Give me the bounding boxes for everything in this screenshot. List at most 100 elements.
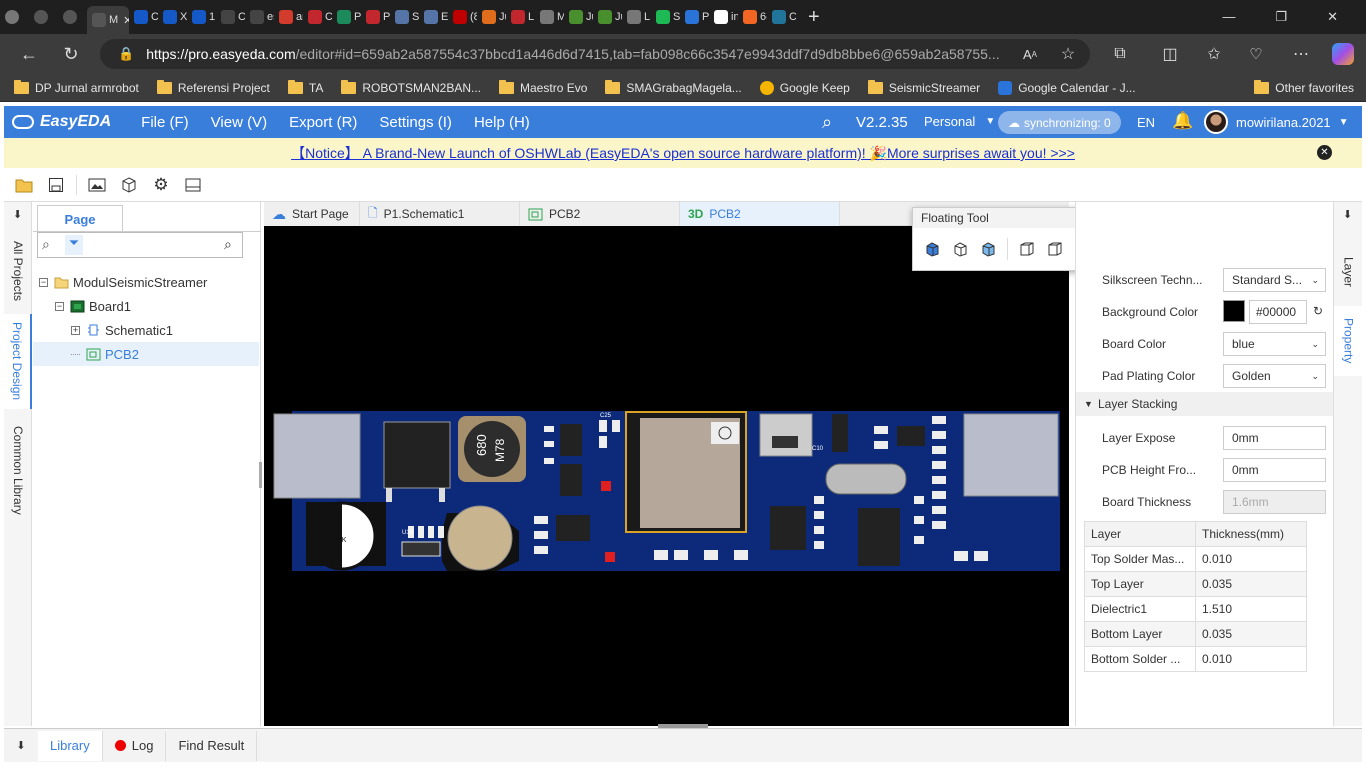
pin-icon[interactable]: ⬇ bbox=[4, 739, 38, 752]
browser-tab[interactable]: M ✕ bbox=[87, 6, 129, 34]
layer-stacking-header[interactable]: ▼ Layer Stacking bbox=[1076, 392, 1334, 416]
other-favorites[interactable]: Other favorites bbox=[1254, 79, 1354, 95]
url-input[interactable]: 🔒 https://pro.easyeda.com/editor#id=659a… bbox=[100, 39, 1090, 69]
tab-page[interactable]: Page bbox=[37, 205, 123, 232]
browser-tab[interactable]: Xl bbox=[158, 3, 187, 31]
layer-expose-input[interactable]: 0mm bbox=[1223, 426, 1326, 450]
close-icon[interactable]: ✕ bbox=[1317, 145, 1332, 160]
cube-outline-icon[interactable] bbox=[949, 238, 971, 260]
browser-tab[interactable]: PC bbox=[332, 3, 361, 31]
bookmark-item[interactable]: SMAGrabagMagela... bbox=[605, 79, 742, 95]
tree-item-board1[interactable]: − Board1 bbox=[33, 294, 259, 318]
browser-tab[interactable]: M bbox=[535, 3, 564, 31]
browser-tab[interactable] bbox=[29, 3, 58, 31]
new-tab-icon[interactable]: + bbox=[808, 6, 820, 29]
easyeda-logo[interactable]: EasyEDA bbox=[12, 113, 111, 131]
read-aloud-icon[interactable]: AA bbox=[1015, 39, 1045, 69]
language-switch[interactable]: EN bbox=[1137, 115, 1155, 130]
bookmark-item[interactable]: Google Calendar - J... bbox=[998, 80, 1136, 95]
view-bottom-icon[interactable] bbox=[1044, 238, 1066, 260]
pcb-3d-render[interactable]: 680 M78 YCK U14 C25 C10 bbox=[264, 226, 1069, 726]
bookmark-item[interactable]: Maestro Evo bbox=[499, 79, 587, 95]
3d-box-icon[interactable] bbox=[117, 173, 141, 197]
browser-tab[interactable]: Sp bbox=[651, 3, 680, 31]
browser-tab[interactable]: Cl bbox=[767, 3, 796, 31]
browser-tab[interactable]: 1N bbox=[187, 3, 216, 31]
extensions-icon[interactable]: ⧉ bbox=[1105, 39, 1135, 69]
bookmark-item[interactable]: Referensi Project bbox=[156, 79, 270, 95]
pad-plating-select[interactable]: Golden ⌄ bbox=[1223, 364, 1326, 388]
save-icon[interactable] bbox=[44, 173, 68, 197]
notice-banner[interactable]: 【Notice】 A Brand-New Launch of OSHWLab (… bbox=[4, 138, 1362, 168]
bookmark-item[interactable]: SeismicStreamer bbox=[867, 79, 980, 95]
vertical-tab-project-design[interactable]: Project Design bbox=[4, 314, 32, 409]
refresh-icon[interactable]: ↻ bbox=[56, 39, 86, 69]
bell-icon[interactable]: 🔔 bbox=[1172, 111, 1193, 131]
browser-tab[interactable]: in bbox=[709, 3, 738, 31]
browser-tab[interactable]: PC bbox=[361, 3, 390, 31]
tab-library[interactable]: Library bbox=[38, 730, 103, 761]
menu-settings[interactable]: Settings (I) bbox=[379, 114, 452, 131]
tree-item-pcb2[interactable]: PCB2 bbox=[33, 342, 259, 366]
tab-pcb2[interactable]: 3D PCB2 bbox=[680, 202, 840, 226]
browser-tab[interactable]: es bbox=[245, 3, 274, 31]
tree-item-modulseismicstreamer[interactable]: − ModulSeismicStreamer bbox=[33, 270, 259, 294]
bookmark-item[interactable]: DP Jurnal armrobot bbox=[14, 79, 139, 95]
browser-tab[interactable]: Cl bbox=[303, 3, 332, 31]
background-color-input[interactable]: #00000 bbox=[1249, 300, 1307, 324]
browser-tab[interactable]: Cl bbox=[129, 3, 158, 31]
panel-icon[interactable] bbox=[181, 173, 205, 197]
pin-icon[interactable]: ⬇ bbox=[1343, 208, 1352, 221]
silkscreen-select[interactable]: Standard S... ⌄ bbox=[1223, 268, 1326, 292]
browser-tab[interactable]: (8 bbox=[448, 3, 477, 31]
bookmark-item[interactable]: ROBOTSMAN2BAN... bbox=[341, 79, 481, 95]
vertical-tab-all-projects[interactable]: All Projects bbox=[4, 232, 32, 310]
pcb-height-input[interactable]: 0mm bbox=[1223, 458, 1326, 482]
background-color-swatch[interactable] bbox=[1223, 300, 1245, 322]
browser-tab[interactable]: Se bbox=[390, 3, 419, 31]
browser-tab[interactable] bbox=[58, 3, 87, 31]
more-icon[interactable]: ⋯ bbox=[1286, 39, 1316, 69]
notice-text[interactable]: 【Notice】 A Brand-New Launch of OSHWLab (… bbox=[291, 143, 1075, 163]
expand-icon[interactable]: + bbox=[71, 325, 80, 335]
cube-front-icon[interactable] bbox=[921, 238, 943, 260]
3d-viewport[interactable]: ☁ Start Page 🗋 P1.Schematic1 PCB2 3D PCB2 680 … bbox=[264, 202, 1069, 728]
browser-tab[interactable] bbox=[0, 3, 29, 31]
board-color-select[interactable]: blue ⌄ bbox=[1223, 332, 1326, 356]
image-icon[interactable] bbox=[85, 173, 109, 197]
split-screen-icon[interactable]: ◫ bbox=[1155, 39, 1185, 69]
menu-file[interactable]: File (F) bbox=[141, 114, 189, 131]
resize-handle[interactable] bbox=[259, 462, 262, 488]
tab-log[interactable]: Log bbox=[103, 730, 167, 761]
gear-icon[interactable]: ⚙ bbox=[149, 173, 173, 197]
restore-icon[interactable]: ❐ bbox=[1275, 9, 1287, 25]
browser-tab[interactable]: LI bbox=[622, 3, 651, 31]
collapse-icon[interactable]: − bbox=[55, 301, 64, 311]
search-icon[interactable]: ⌕ bbox=[224, 236, 232, 253]
user-menu[interactable]: mowirilana.2021 ▼ bbox=[1204, 110, 1349, 134]
favorites-icon[interactable]: ✩ bbox=[1199, 39, 1229, 69]
cube-solid-icon[interactable] bbox=[977, 238, 999, 260]
tree-item-schematic1[interactable]: + Schematic1 bbox=[33, 318, 259, 342]
tab-pcb2[interactable]: PCB2 bbox=[520, 202, 680, 226]
browser-tab[interactable]: Ju bbox=[593, 3, 622, 31]
filter-icon[interactable]: ⏷ bbox=[65, 235, 83, 255]
browser-essentials-icon[interactable]: ♡ bbox=[1241, 39, 1271, 69]
browser-tab[interactable]: Cl bbox=[216, 3, 245, 31]
tab-start page[interactable]: ☁ Start Page bbox=[264, 202, 360, 226]
collapse-icon[interactable]: − bbox=[39, 277, 48, 287]
browser-tab[interactable]: 6( bbox=[738, 3, 767, 31]
reset-icon[interactable]: ↻ bbox=[1313, 304, 1323, 318]
workspace-select[interactable]: Personal ▼ bbox=[924, 114, 995, 129]
browser-tab[interactable]: Ju bbox=[477, 3, 506, 31]
menu-view[interactable]: View (V) bbox=[211, 114, 267, 131]
search-icon[interactable]: ⌕ bbox=[42, 236, 50, 253]
vertical-tab-layer[interactable]: Layer bbox=[1334, 242, 1363, 302]
browser-tab[interactable]: LI bbox=[506, 3, 535, 31]
browser-tab[interactable]: ar bbox=[274, 3, 303, 31]
favorite-star-icon[interactable]: ☆ bbox=[1053, 39, 1083, 69]
open-folder-icon[interactable] bbox=[12, 173, 36, 197]
copilot-icon[interactable] bbox=[1332, 43, 1354, 65]
search-icon[interactable]: ⌕ bbox=[822, 112, 832, 133]
browser-tab[interactable]: Ea bbox=[419, 3, 448, 31]
